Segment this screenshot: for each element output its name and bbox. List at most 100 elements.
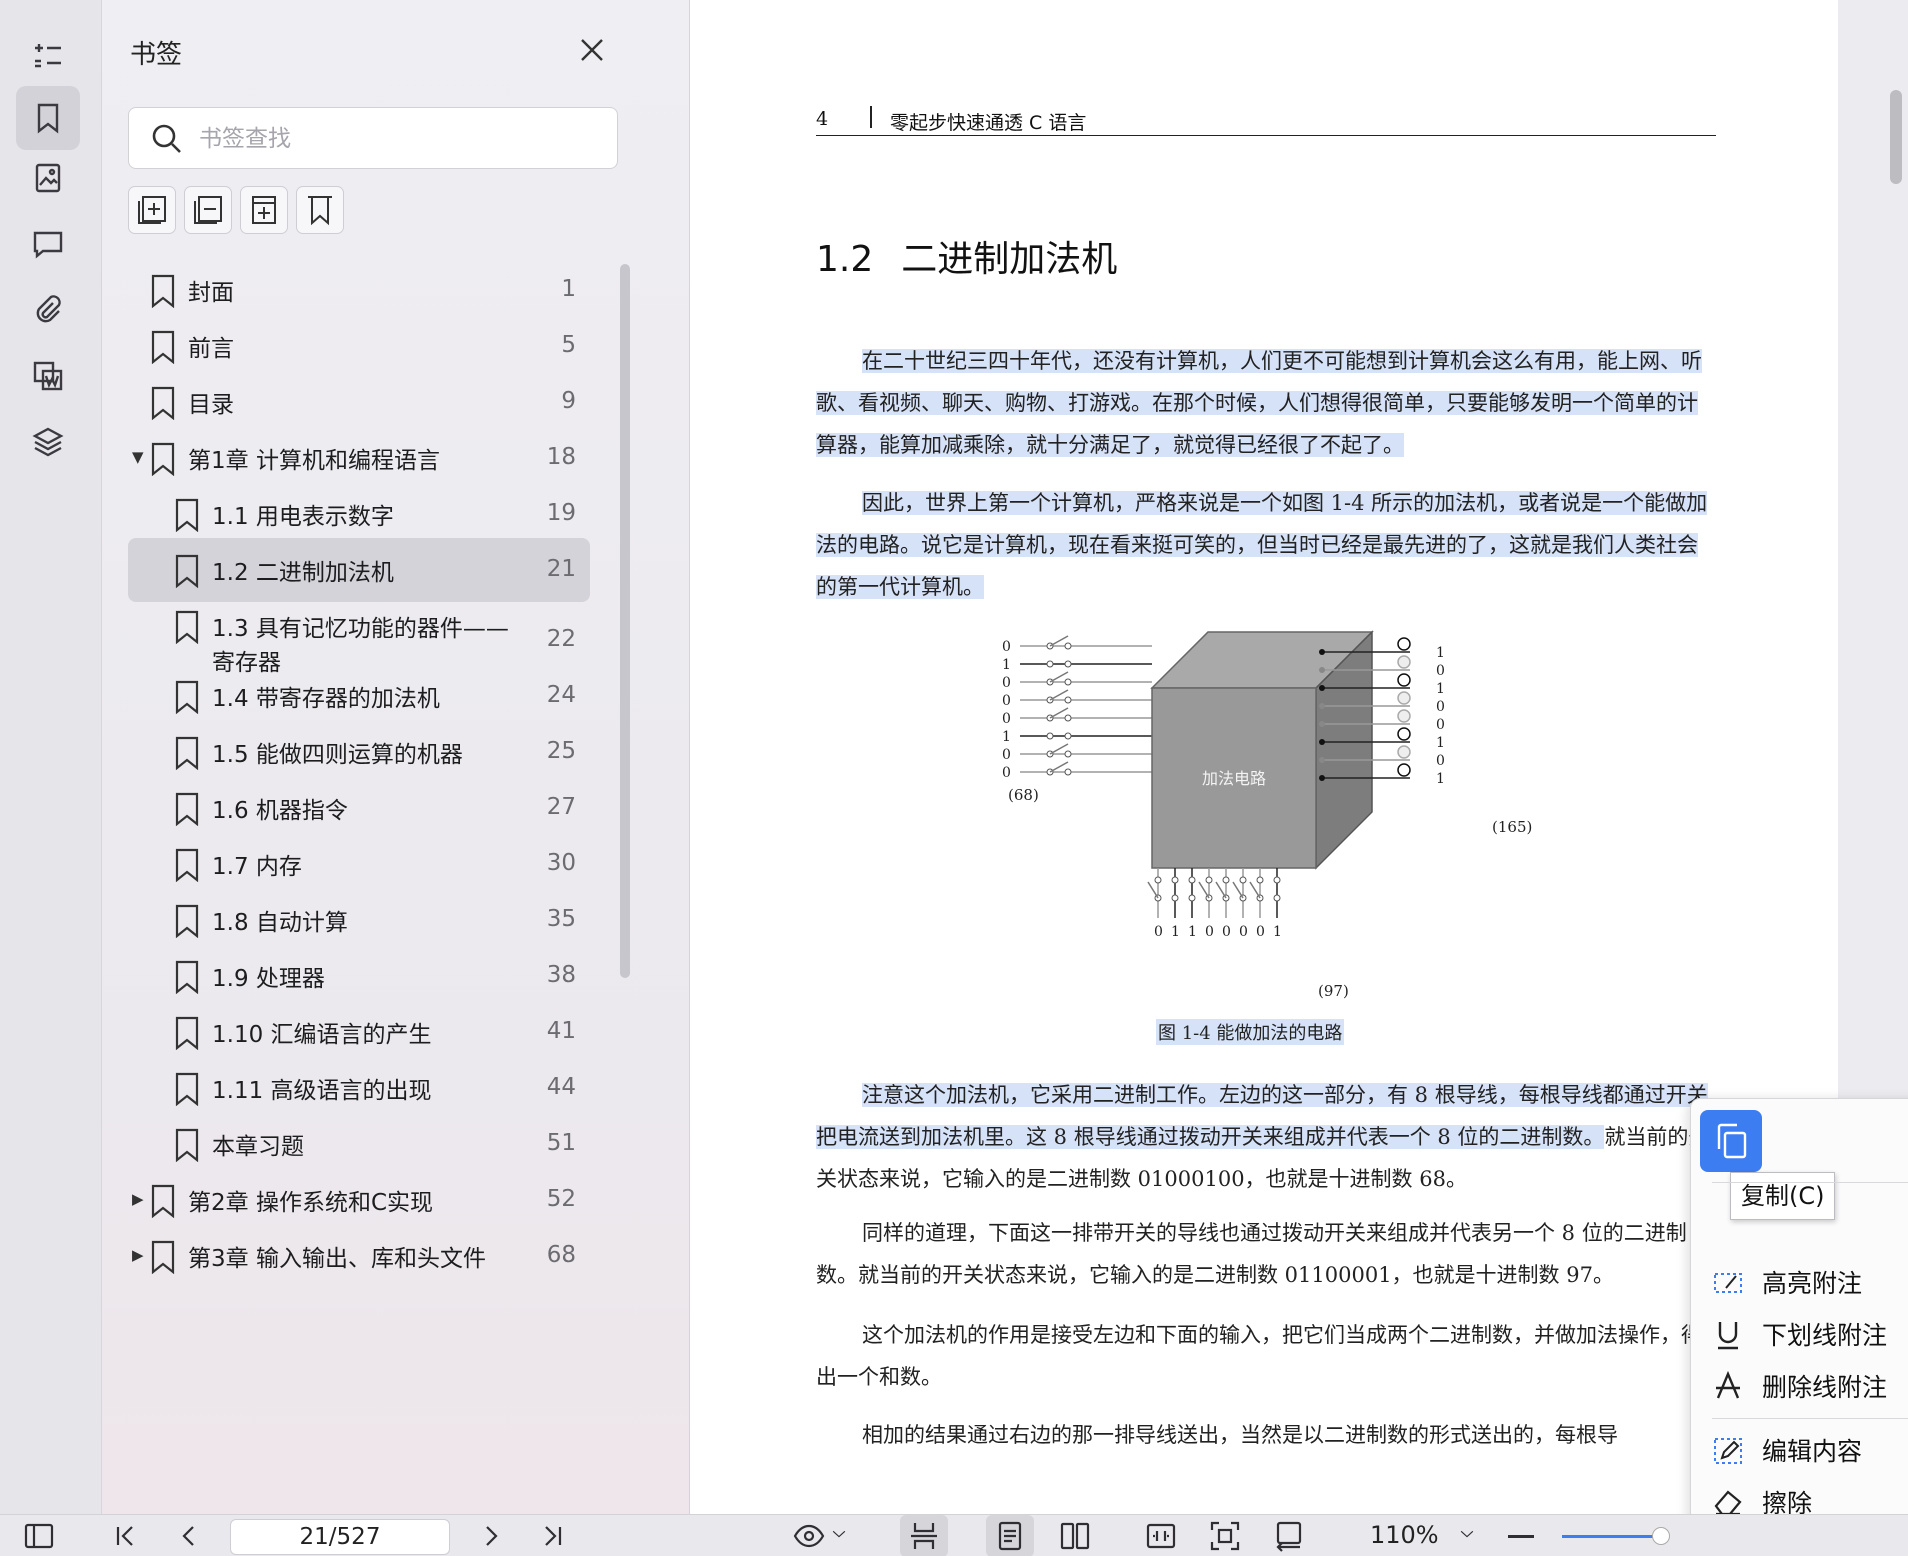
next-page-icon[interactable] — [474, 1519, 508, 1553]
reading-mode-icon[interactable] — [792, 1519, 826, 1553]
output-node — [1319, 757, 1325, 763]
bookmark-add-button[interactable] — [296, 186, 344, 234]
bookmark-item[interactable]: 1.2 二进制加法机 21 — [128, 538, 590, 602]
two-page-icon[interactable] — [1058, 1519, 1092, 1553]
switch-contact — [1064, 642, 1072, 650]
bookmark-item[interactable]: 1.7 内存 30 — [128, 832, 590, 896]
paragraph-6[interactable]: 相加的结果通过右边的那一排导线送出，当然是以二进制数的形式送出的，每根导 — [816, 1414, 1716, 1456]
bookmark-icon — [148, 386, 178, 421]
attachment-icon[interactable] — [16, 278, 80, 342]
fit-page-icon[interactable] — [1208, 1519, 1242, 1553]
caret-down-icon[interactable]: ▼ — [132, 448, 144, 466]
bookmark-item[interactable]: 1.11 高级语言的出现 44 — [128, 1056, 590, 1120]
paragraph-3-text[interactable]: 注意这个加法机，它采用二进制工作。左边的这一部分，有 8 根导线，每根导线都通过… — [816, 1083, 1708, 1149]
layers-icon[interactable] — [16, 410, 80, 474]
bookmark-item[interactable]: 封面 1 — [128, 258, 590, 322]
paragraph-5-text[interactable]: 这个加法机的作用是接受左边和下面的输入，把它们当成两个二进制数，并做加法操作，得… — [816, 1323, 1702, 1389]
output-node — [1319, 649, 1325, 655]
search-input[interactable] — [199, 120, 599, 158]
switch-contact — [1064, 732, 1072, 740]
zoom-slider-track[interactable] — [1562, 1535, 1662, 1538]
bookmark-panel-icon[interactable] — [16, 86, 80, 150]
caret-right-icon[interactable]: ▶ — [132, 1190, 144, 1208]
remove-bookmark-button[interactable] — [184, 186, 232, 234]
caret-right-icon[interactable]: ▶ — [132, 1246, 144, 1264]
single-page-icon[interactable] — [986, 1515, 1034, 1556]
document-scrollbar[interactable] — [1890, 90, 1902, 184]
bookmark-item[interactable]: 本章习题 51 — [128, 1112, 590, 1176]
bookmark-label: 1.10 汇编语言的产生 — [212, 1022, 432, 1048]
paragraph-3[interactable]: 注意这个加法机，它采用二进制工作。左边的这一部分，有 8 根导线，每根导线都通过… — [816, 1074, 1716, 1200]
bookmark-item[interactable]: 1.10 汇编语言的产生 41 — [128, 1000, 590, 1064]
bookmark-item[interactable]: ▼ 第1章 计算机和编程语言 18 — [128, 426, 590, 490]
running-header: 4 零起步快速通透 C 语言 — [816, 106, 1716, 136]
bookmark-label: 第3章 输入输出、库和头文件 — [188, 1246, 486, 1272]
paragraph-2-text[interactable]: 因此，世界上第一个计算机，严格来说是一个如图 1-4 所示的加法机，或者说是一个… — [816, 491, 1708, 599]
paragraph-6-text[interactable]: 相加的结果通过右边的那一排导线送出，当然是以二进制数的形式送出的，每根导 — [862, 1423, 1618, 1447]
switch-contact — [1205, 876, 1213, 884]
paragraph-2[interactable]: 因此，世界上第一个计算机，严格来说是一个如图 1-4 所示的加法机，或者说是一个… — [816, 482, 1716, 608]
left-bit-label: 1 — [1002, 729, 1011, 745]
bookmark-item[interactable]: 1.8 自动计算 35 — [128, 888, 590, 952]
toc-icon[interactable] — [16, 24, 80, 88]
bookmark-item[interactable]: ▶ 第2章 操作系统和C实现 52 — [128, 1168, 590, 1232]
reading-mode-dropdown-icon[interactable] — [830, 1525, 864, 1556]
insert-bookmark-button[interactable] — [240, 186, 288, 234]
bookmark-label: 1.7 内存 — [212, 854, 302, 880]
bottom-bit-label: 1 — [1188, 924, 1197, 940]
bookmark-outline-icon — [308, 196, 332, 226]
signature-icon[interactable] — [16, 344, 80, 408]
bookmark-item[interactable]: 1.5 能做四则运算的机器 25 — [128, 720, 590, 784]
bookmark-item[interactable]: 1.1 用电表示数字 19 — [128, 482, 590, 546]
continuous-scroll-icon[interactable] — [900, 1515, 948, 1556]
previous-page-icon[interactable] — [172, 1519, 206, 1553]
bookmark-item[interactable]: 目录 9 — [128, 370, 590, 434]
bookmark-item[interactable]: 1.6 机器指令 27 — [128, 776, 590, 840]
toggle-sidebar-icon[interactable] — [22, 1519, 56, 1553]
bookmark-icon — [148, 274, 178, 309]
remove-bookmark-icon — [194, 196, 222, 224]
rotate-page-icon[interactable] — [1272, 1519, 1306, 1553]
bookmark-icon — [172, 1072, 202, 1107]
comment-icon[interactable] — [16, 212, 80, 276]
switch-contact — [1171, 894, 1179, 902]
zoom-slider-handle[interactable] — [1652, 1527, 1670, 1545]
section-heading: 1.2 二进制加法机 — [816, 230, 1117, 282]
figure-caption[interactable]: 图 1-4 能做加法的电路 — [1156, 1019, 1345, 1045]
paragraph-5[interactable]: 这个加法机的作用是接受左边和下面的输入，把它们当成两个二进制数，并做加法操作，得… — [816, 1314, 1716, 1398]
zoom-dropdown-icon[interactable] — [1458, 1525, 1492, 1556]
page-number-input[interactable]: 21/527 — [230, 1519, 450, 1555]
bookmark-icon — [172, 610, 202, 645]
left-value-label: (68) — [1008, 786, 1039, 804]
paragraph-1[interactable]: 在二十世纪三四十年代，还没有计算机，人们更不可能想到计算机会这么有用，能上网、听… — [816, 340, 1716, 466]
bookmark-item[interactable]: 1.9 处理器 38 — [128, 944, 590, 1008]
bookmark-item[interactable]: ▶ 第3章 输入输出、库和头文件 68 — [128, 1224, 590, 1288]
first-page-icon[interactable] — [108, 1519, 142, 1553]
bottom-bit-label: 0 — [1154, 924, 1163, 940]
zoom-out-icon[interactable] — [1508, 1535, 1534, 1538]
paragraph-4-text[interactable]: 同样的道理，下面这一排带开关的导线也通过拨动开关来组成并代表另一个 8 位的二进… — [816, 1221, 1687, 1287]
paragraph-4[interactable]: 同样的道理，下面这一排带开关的导线也通过拨动开关来组成并代表另一个 8 位的二进… — [816, 1212, 1716, 1296]
copy-button[interactable] — [1700, 1110, 1762, 1172]
thumbnail-icon[interactable] — [16, 146, 80, 210]
bookmark-item[interactable]: 前言 5 — [128, 314, 590, 378]
paragraph-1-text[interactable]: 在二十世纪三四十年代，还没有计算机，人们更不可能想到计算机会这么有用，能上网、听… — [816, 349, 1702, 457]
lamp-bulb — [1397, 763, 1411, 777]
lamp-bulb — [1397, 637, 1411, 651]
header-page-number: 4 — [816, 108, 829, 130]
add-bookmark-button[interactable] — [128, 186, 176, 234]
zoom-level[interactable]: 110% — [1370, 1521, 1439, 1549]
menu-separator — [1712, 1418, 1908, 1419]
bookmark-label: 封面 — [188, 280, 234, 306]
bookmark-search[interactable] — [128, 107, 618, 169]
bottom-bit-label: 0 — [1205, 924, 1214, 940]
last-page-icon[interactable] — [536, 1519, 570, 1553]
panel-scrollbar[interactable] — [620, 264, 630, 978]
bookmark-label: 1.3 具有记忆功能的器件—— — [212, 616, 509, 642]
fit-width-icon[interactable] — [1144, 1519, 1178, 1553]
close-panel-button[interactable] — [572, 30, 612, 70]
right-value-label: (165) — [1492, 818, 1532, 836]
bookmark-icon — [172, 554, 202, 589]
switch-open — [1198, 881, 1210, 899]
bookmark-item[interactable]: 1.4 带寄存器的加法机 24 — [128, 664, 590, 728]
